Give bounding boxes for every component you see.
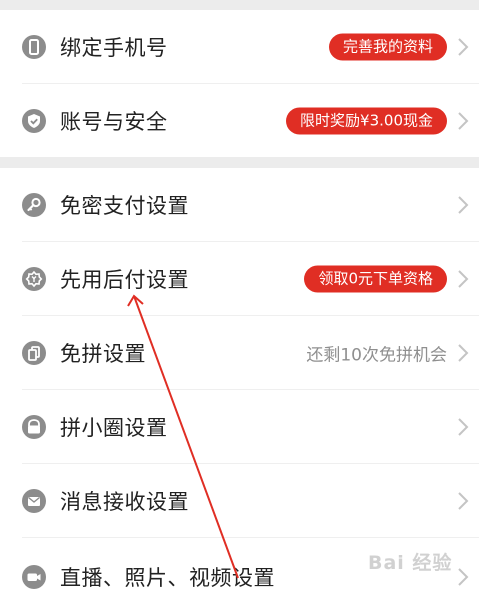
media-settings-label: 直播、照片、视频设置 (60, 566, 275, 590)
section-divider (0, 157, 479, 168)
free-group-row[interactable]: 免拼设置 还剩10次免拼机会 (0, 316, 479, 390)
chevron-right-icon (457, 343, 469, 363)
pay-later-label: 先用后付设置 (60, 268, 189, 292)
account-security-label: 账号与安全 (60, 110, 168, 134)
chevron-right-icon (457, 491, 469, 511)
remaining-free-group-hint: 还剩10次免拼机会 (306, 345, 447, 366)
phone-icon (22, 35, 46, 59)
bind-phone-label: 绑定手机号 (60, 36, 168, 60)
watermark-logo: Bai 经验 (368, 552, 453, 574)
envelope-icon (22, 489, 46, 513)
chevron-right-icon (457, 195, 469, 215)
zero-yuan-order-badge[interactable]: 领取0元下单资格 (304, 265, 447, 293)
message-settings-label: 消息接收设置 (60, 490, 189, 514)
cards-icon (22, 341, 46, 365)
chevron-right-icon (457, 567, 469, 587)
badge-icon (22, 267, 46, 291)
circle-settings-label: 拼小圈设置 (60, 416, 168, 440)
chevron-right-icon (457, 269, 469, 289)
chevron-right-icon (457, 417, 469, 437)
bind-phone-row[interactable]: 绑定手机号 完善我的资料 (0, 10, 479, 84)
camera-icon (22, 565, 46, 589)
pay-later-row[interactable]: 先用后付设置 领取0元下单资格 (0, 242, 479, 316)
message-settings-row[interactable]: 消息接收设置 (0, 464, 479, 538)
chevron-right-icon (457, 111, 469, 131)
shield-icon (22, 109, 46, 133)
row-divider (22, 537, 479, 538)
section-divider-top (0, 0, 479, 10)
cash-reward-badge[interactable]: 限时奖励¥3.00现金 (286, 107, 447, 135)
circle-settings-row[interactable]: 拼小圈设置 (0, 390, 479, 464)
password-free-pay-label: 免密支付设置 (60, 194, 189, 218)
free-group-label: 免拼设置 (60, 342, 146, 366)
password-free-pay-row[interactable]: 免密支付设置 (0, 168, 479, 242)
key-icon (22, 193, 46, 217)
bag-icon (22, 415, 46, 439)
chevron-right-icon (457, 37, 469, 57)
complete-profile-badge[interactable]: 完善我的资料 (328, 33, 447, 61)
account-security-row[interactable]: 账号与安全 限时奖励¥3.00现金 (0, 84, 479, 158)
